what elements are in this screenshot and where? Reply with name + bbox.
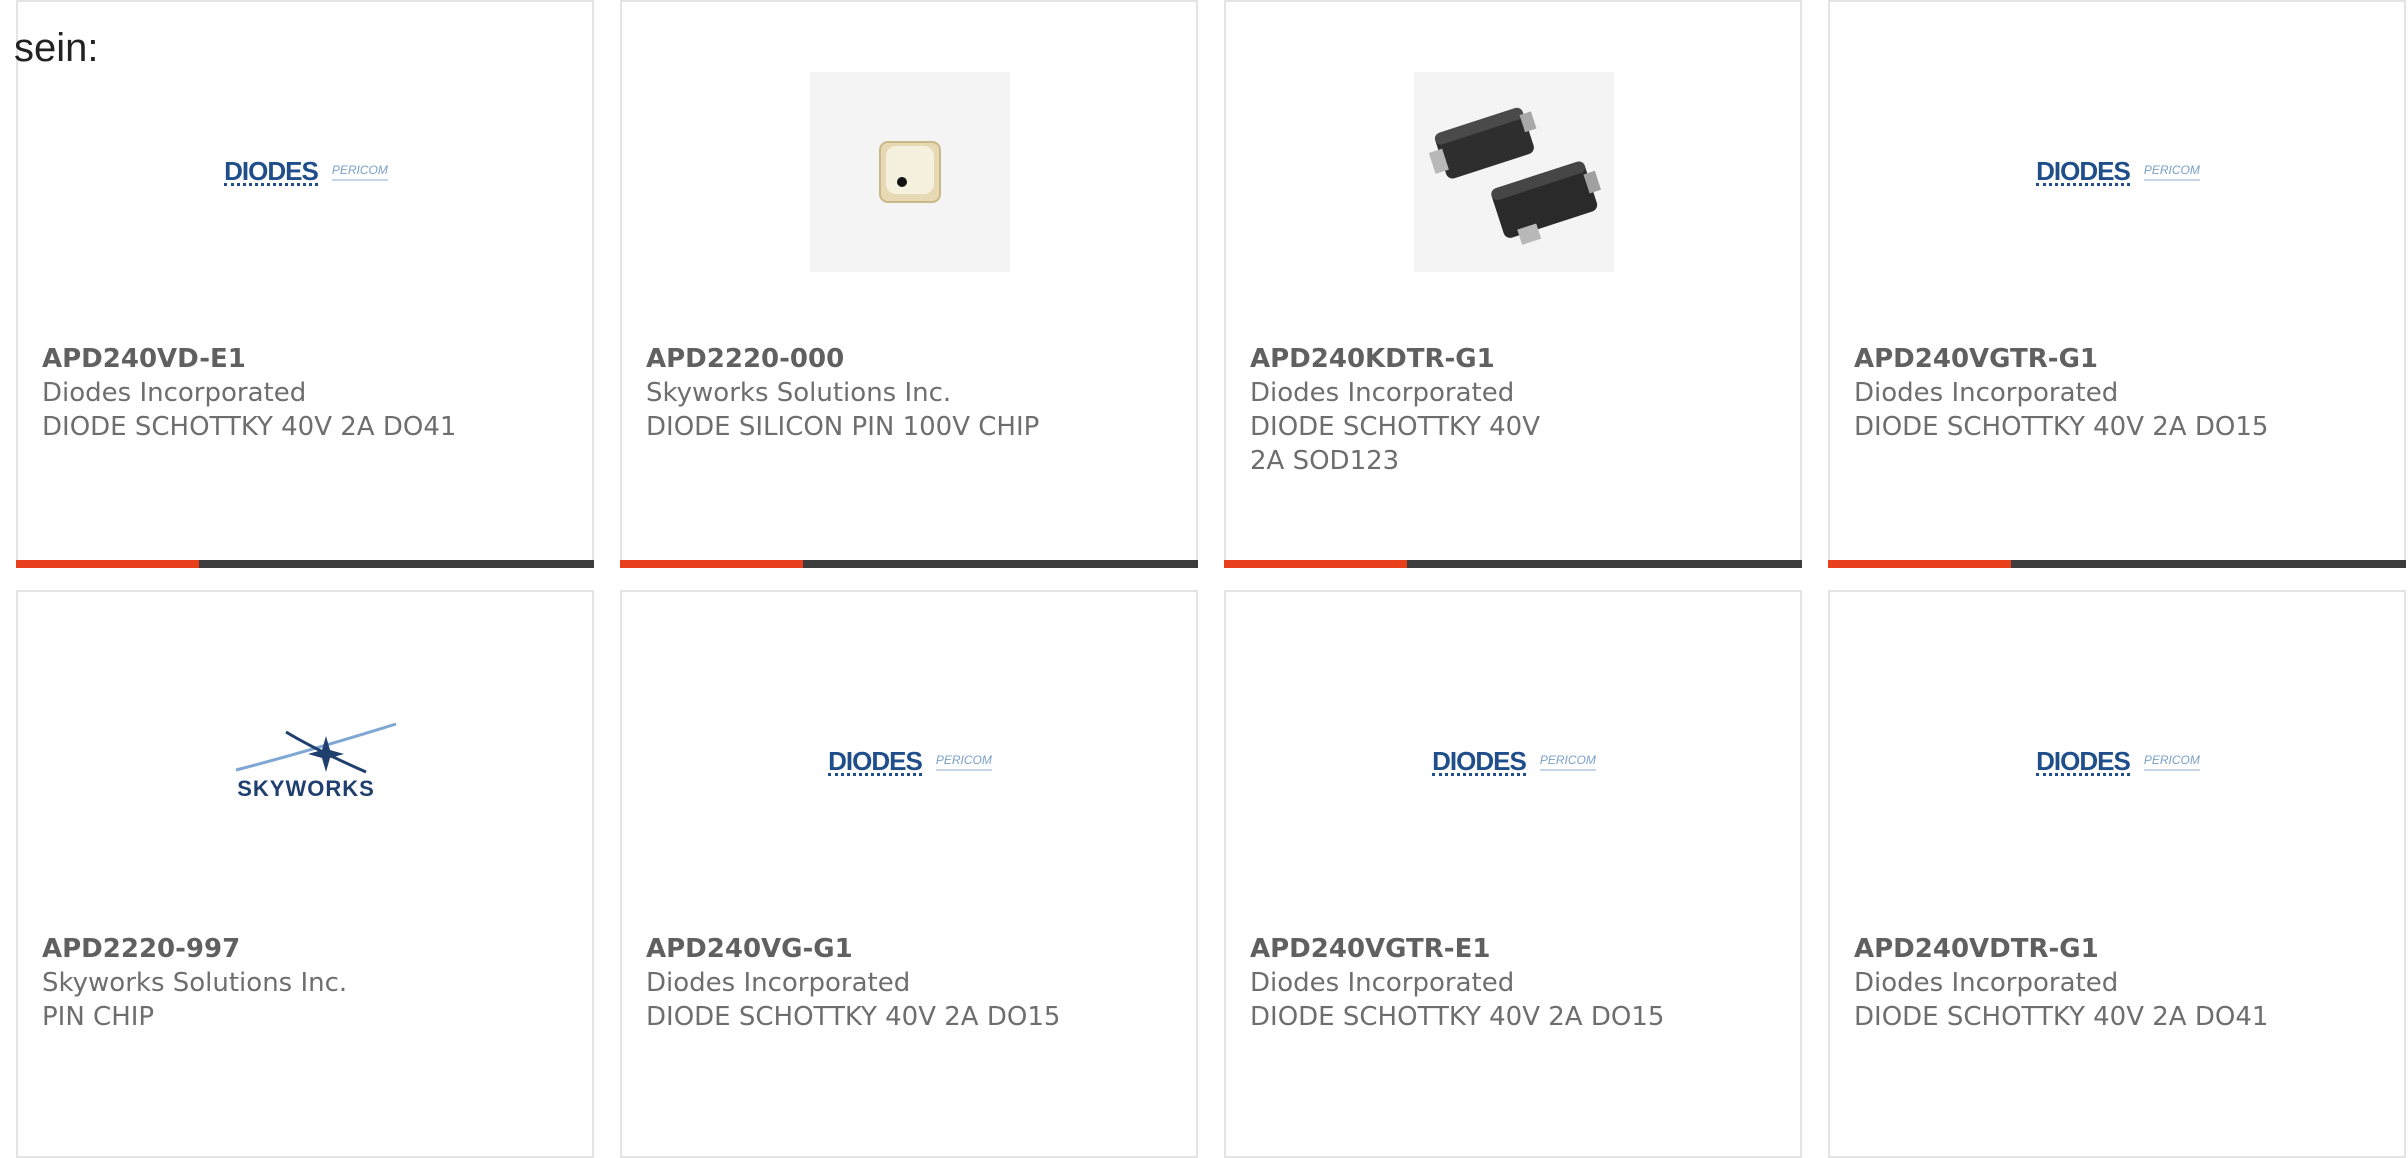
product-description: PIN CHIP (42, 1002, 155, 1032)
diodes-logo-text: DIODES (2036, 155, 2131, 186)
skyworks-star-icon (235, 722, 397, 774)
product-manufacturer: Diodes Incorporated (42, 378, 307, 408)
card-bottom-bar (1224, 560, 1802, 568)
product-manufacturer: Diodes Incorporated (1250, 378, 1515, 408)
diodes-logo-image: DIODES PERICOM (206, 72, 406, 272)
product-description: DIODE SCHOTTKY 40V 2A DO15 (646, 1002, 1061, 1032)
product-part-number[interactable]: APD240VGTR-E1 (1250, 932, 1780, 966)
product-description: DIODE SCHOTTKY 40V 2A DO15 (1250, 1002, 1665, 1032)
product-card[interactable]: DIODES PERICOM APD240VGTR-G1 Diodes Inco… (1828, 0, 2406, 568)
card-accent-bar (16, 560, 199, 568)
product-card[interactable]: DIODES PERICOM APD240VDTR-G1 Diodes Inco… (1828, 590, 2406, 1158)
product-manufacturer: Diodes Incorporated (1854, 378, 2119, 408)
sod123-photo (1414, 72, 1614, 272)
pericom-logo-text: PERICOM (331, 163, 388, 181)
card-accent-bar (1828, 560, 2011, 568)
pericom-logo-text: PERICOM (935, 753, 992, 771)
product-card[interactable]: DIODES PERICOM APD240VD-E1 Diodes Incorp… (16, 0, 594, 568)
product-card[interactable]: DIODES PERICOM APD240VG-G1 Diodes Incorp… (620, 590, 1198, 1158)
diodes-logo-image: DIODES PERICOM (810, 662, 1010, 862)
product-card[interactable]: APD2220-000 Skyworks Solutions Inc. DIOD… (620, 0, 1198, 568)
product-part-number[interactable]: APD240KDTR-G1 (1250, 342, 1780, 376)
card-accent-bar (620, 560, 803, 568)
product-manufacturer: Diodes Incorporated (1250, 968, 1515, 998)
product-manufacturer: Diodes Incorporated (1854, 968, 2119, 998)
product-card[interactable]: APD240KDTR-G1 Diodes Incorporated DIODE … (1224, 0, 1802, 568)
card-bottom-bar (16, 560, 594, 568)
product-part-number[interactable]: APD2220-997 (42, 932, 572, 966)
product-manufacturer: Skyworks Solutions Inc. (646, 378, 952, 408)
sod123-package-icon (1428, 107, 1602, 245)
diodes-logo-text: DIODES (224, 155, 319, 186)
skyworks-logo-text: SKYWORKS (237, 776, 375, 801)
intro-text: sein: (14, 26, 99, 70)
product-card[interactable]: DIODES PERICOM APD240VGTR-E1 Diodes Inco… (1224, 590, 1802, 1158)
product-part-number[interactable]: APD2220-000 (646, 342, 1176, 376)
pericom-logo-text: PERICOM (2143, 753, 2200, 771)
diodes-logo-text: DIODES (1432, 745, 1527, 776)
product-manufacturer: Diodes Incorporated (646, 968, 911, 998)
product-part-number[interactable]: APD240VG-G1 (646, 932, 1176, 966)
diodes-logo-image: DIODES PERICOM (2018, 662, 2218, 862)
card-bottom-bar (620, 560, 1198, 568)
product-description: DIODE SCHOTTKY 40V 2A DO15 (1854, 412, 2269, 442)
product-description: DIODE SILICON PIN 100V CHIP (646, 412, 1040, 442)
card-bottom-bar (1828, 560, 2406, 568)
product-part-number[interactable]: APD240VD-E1 (42, 342, 572, 376)
pin-chip-icon (879, 141, 941, 203)
product-description: DIODE SCHOTTKY 40V 2A DO41 (1854, 1002, 2269, 1032)
product-manufacturer: Skyworks Solutions Inc. (42, 968, 348, 998)
product-description: DIODE SCHOTTKY 40V 2A SOD123 (1250, 412, 1540, 476)
pin-chip-photo (810, 72, 1010, 272)
product-card[interactable]: SKYWORKS APD2220-997 Skyworks Solutions … (16, 590, 594, 1158)
pericom-logo-text: PERICOM (2143, 163, 2200, 181)
skyworks-logo-image: SKYWORKS (206, 662, 406, 862)
diodes-logo-text: DIODES (2036, 745, 2131, 776)
product-description: DIODE SCHOTTKY 40V 2A DO41 (42, 412, 457, 442)
product-part-number[interactable]: APD240VDTR-G1 (1854, 932, 2384, 966)
diodes-logo-text: DIODES (828, 745, 923, 776)
diodes-logo-image: DIODES PERICOM (2018, 72, 2218, 272)
product-part-number[interactable]: APD240VGTR-G1 (1854, 342, 2384, 376)
card-accent-bar (1224, 560, 1407, 568)
diodes-logo-image: DIODES PERICOM (1414, 662, 1614, 862)
pericom-logo-text: PERICOM (1539, 753, 1596, 771)
